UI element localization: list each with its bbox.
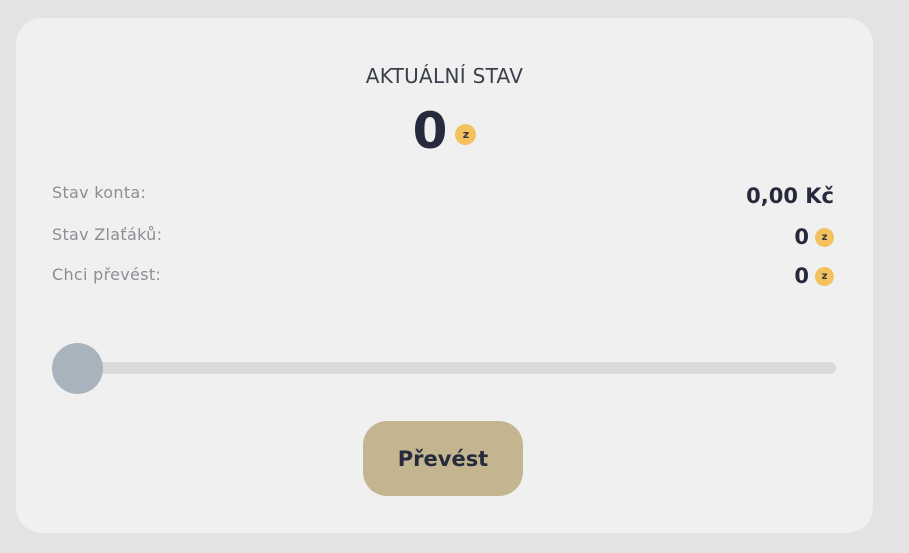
current-balance-value: 0 <box>412 102 448 160</box>
zlataky-balance-value: 0 z <box>794 225 834 249</box>
account-balance-label: Stav konta: <box>52 183 147 202</box>
transfer-amount: 0 <box>794 264 809 288</box>
account-balance-amount: 0,00 Kč <box>746 184 834 208</box>
zlatak-coin-icon: z <box>815 266 834 286</box>
transfer-amount-value: 0 z <box>794 264 834 288</box>
transfer-slider-thumb[interactable] <box>52 343 103 394</box>
zlatak-coin-icon: z <box>455 123 477 145</box>
current-balance: 0 z <box>16 106 873 156</box>
transfer-amount-label: Chci převést: <box>52 265 162 284</box>
transfer-button[interactable]: Převést <box>363 421 523 496</box>
transfer-card: AKTUÁLNÍ STAV 0 z Stav konta: 0,00 Kč St… <box>16 18 873 533</box>
zlatak-coin-icon: z <box>815 227 834 247</box>
zlataky-balance-amount: 0 <box>794 225 809 249</box>
current-state-title: AKTUÁLNÍ STAV <box>365 64 524 88</box>
account-balance-value: 0,00 Kč <box>746 184 834 208</box>
zlataky-balance-label: Stav Zlaťáků: <box>52 225 163 244</box>
transfer-slider-track[interactable] <box>56 362 836 374</box>
